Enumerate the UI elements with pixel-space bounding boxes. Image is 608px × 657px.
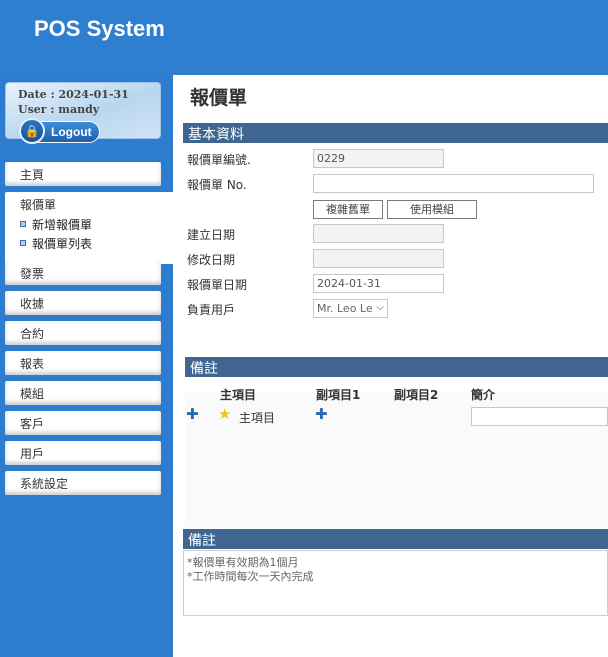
quote-date-label: 報價單日期 — [187, 278, 248, 292]
sidebar-item-users[interactable]: 用戶 — [5, 441, 161, 465]
sidebar-item-settings[interactable]: 系統設定 — [5, 471, 161, 495]
logout-button[interactable]: 🔒 Logout — [19, 118, 100, 144]
sidebar: Date : 2024-01-31 User : mandy 🔒 Logout … — [0, 75, 173, 657]
section-items: 備註 — [185, 357, 608, 377]
bullet-icon — [20, 221, 26, 227]
sidebar-subitem-new-quotation[interactable]: 新增報價單 — [20, 216, 92, 233]
add-sub-item-plus-icon[interactable]: ✚ — [315, 405, 328, 423]
col-sub-item-2: 副項目2 — [394, 388, 439, 402]
section-remarks: 備註 — [183, 529, 608, 549]
quote-no-input[interactable] — [313, 174, 594, 193]
app-title: POS System — [34, 16, 165, 41]
sidebar-item-contract[interactable]: 合約 — [5, 321, 161, 345]
bullet-icon — [20, 240, 26, 246]
modified-date-label: 修改日期 — [187, 253, 236, 267]
sidebar-item-home[interactable]: 主頁 — [5, 162, 161, 186]
sidebar-item-quotation[interactable]: 報價單 新增報價單 報價單列表 — [5, 192, 173, 264]
owner-selected-value: Mr. Leo Le — [317, 302, 373, 315]
logout-label: Logout — [51, 125, 92, 139]
col-main-item: 主項目 — [220, 388, 257, 402]
quote-date-input[interactable]: 2024-01-31 — [313, 274, 444, 293]
sidebar-item-customers[interactable]: 客戶 — [5, 411, 161, 435]
created-date-field — [313, 224, 444, 243]
main-content: 報價單 基本資料 報價單編號. 0229 報價單 No. 複雜舊單 使用模組 建… — [173, 75, 608, 657]
owner-select[interactable]: Mr. Leo Le ⌵ — [313, 299, 388, 318]
remark-line: *工作時間每次一天內完成 — [187, 570, 314, 583]
sidebar-subitem-quotation-list[interactable]: 報價單列表 — [20, 235, 92, 252]
quote-id-field: 0229 — [313, 149, 444, 168]
chevron-down-icon: ⌵ — [376, 302, 384, 313]
app-header: POS System — [0, 0, 608, 75]
user-info-box: Date : 2024-01-31 User : mandy 🔒 Logout — [5, 82, 161, 144]
sidebar-item-invoice[interactable]: 發票 — [5, 261, 161, 285]
section-basic-info: 基本資料 — [183, 123, 608, 143]
description-input[interactable] — [471, 407, 608, 426]
current-date: Date : 2024-01-31 — [18, 88, 129, 101]
lock-icon: 🔒 — [19, 118, 45, 144]
quote-no-label: 報價單 No. — [187, 178, 247, 192]
use-template-button[interactable]: 使用模組 — [387, 200, 477, 219]
main-item-cell: 主項目 — [239, 411, 276, 425]
sidebar-item-label: 報價單 — [20, 198, 57, 212]
col-sub-item-1: 副項目1 — [316, 388, 361, 402]
sidebar-item-templates[interactable]: 模組 — [5, 381, 161, 405]
star-icon: ★ — [218, 405, 232, 423]
modified-date-field — [313, 249, 444, 268]
owner-label: 負責用戶 — [187, 303, 236, 317]
copy-old-quote-button[interactable]: 複雜舊單 — [313, 200, 383, 219]
created-date-label: 建立日期 — [187, 228, 236, 242]
sidebar-item-reports[interactable]: 報表 — [5, 351, 161, 375]
current-user: User : mandy — [18, 103, 100, 116]
remarks-box[interactable]: *報價單有效期為1個月 *工作時間每次一天內完成 — [183, 550, 608, 616]
sidebar-item-receipt[interactable]: 收據 — [5, 291, 161, 315]
page-title: 報價單 — [190, 87, 248, 109]
quote-id-label: 報價單編號. — [187, 153, 251, 167]
col-description: 簡介 — [471, 388, 496, 402]
add-row-plus-icon[interactable]: ✚ — [186, 405, 199, 423]
